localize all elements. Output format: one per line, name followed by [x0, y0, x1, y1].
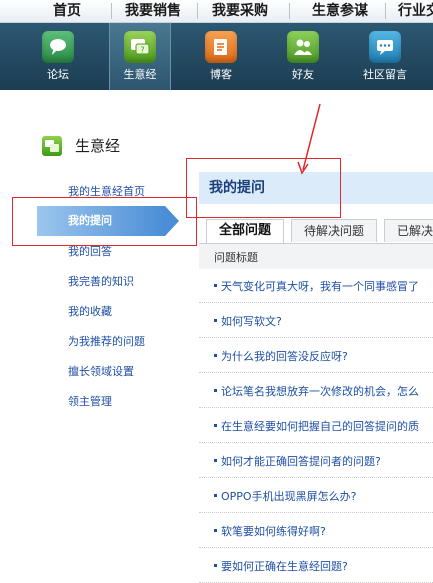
svg-text:?: ?	[140, 46, 144, 55]
bullet	[214, 459, 217, 462]
tile-label: 论坛	[47, 68, 69, 81]
top-nav-industry[interactable]: 行业交	[398, 0, 433, 22]
question-link[interactable]: OPPO手机出现黑屏怎么办?	[221, 488, 356, 504]
question-link[interactable]: 论坛笔名我想放弃一次修改的机会，怎么	[221, 383, 419, 399]
question-row[interactable]: 如何写软文?	[199, 303, 433, 338]
question-link[interactable]: 天气变化可真大呀，我有一个同事感冒了	[221, 278, 419, 294]
question-link[interactable]: 如何写软文?	[221, 313, 282, 329]
tab-all-questions[interactable]: 全部问题	[206, 219, 284, 243]
bullet	[214, 354, 217, 357]
annotation-box-sidebar	[12, 197, 197, 246]
tile-forum[interactable]: 论坛	[28, 23, 88, 90]
sidebar-item-my-answers[interactable]: 我的回答	[68, 245, 112, 259]
tab-solved[interactable]: 已解决	[384, 219, 433, 242]
top-nav-divider	[197, 3, 198, 19]
column-header-title: 问题标题	[214, 251, 258, 264]
friends-icon	[287, 31, 319, 63]
tile-label: 生意经	[123, 68, 157, 81]
question-column-header: 问题标题	[199, 243, 433, 269]
bullet	[214, 529, 217, 532]
bullet	[214, 319, 217, 322]
question-row[interactable]: 论坛笔名我想放弃一次修改的机会，怎么	[199, 373, 433, 408]
message-board-icon	[369, 31, 401, 63]
question-link[interactable]: 软笔要如何练得好啊?	[221, 523, 326, 539]
top-nav: 首页 我要销售 我要采购 生意参谋 行业交	[0, 0, 433, 23]
question-row[interactable]: 在生意经要如何把握自己的回答提问的质	[199, 408, 433, 443]
bullet	[214, 564, 217, 567]
blog-notepad-icon	[205, 31, 237, 63]
bullet	[214, 284, 217, 287]
top-nav-divider	[289, 3, 290, 19]
top-nav-divider	[385, 3, 386, 19]
section-title-text: 生意经	[75, 137, 121, 155]
tile-blog[interactable]: 博客	[191, 23, 251, 90]
business-question-icon	[42, 136, 62, 156]
top-nav-buy[interactable]: 我要采购	[212, 0, 268, 22]
tile-message-board[interactable]: 社区留言	[355, 23, 415, 90]
tile-friends[interactable]: 好友	[273, 23, 333, 90]
question-link[interactable]: 在生意经要如何把握自己的回答提问的质	[221, 418, 419, 434]
sidebar-item-expertise-settings[interactable]: 擅长领域设置	[68, 365, 134, 379]
top-nav-business-advisor[interactable]: 生意参谋	[312, 0, 368, 22]
question-row[interactable]: 要如何正确在生意经回题?	[199, 548, 433, 583]
question-row[interactable]: OPPO手机出现黑屏怎么办?	[199, 478, 433, 513]
sidebar-item-lord-management[interactable]: 领主管理	[68, 395, 112, 409]
top-nav-divider	[111, 3, 112, 19]
tile-label: 社区留言	[363, 68, 407, 81]
sidebar-item-improved-knowledge[interactable]: 我完善的知识	[68, 275, 134, 289]
tab-unsolved[interactable]: 待解决问题	[291, 219, 377, 242]
tile-label: 好友	[292, 68, 314, 81]
question-link[interactable]: 为什么我的回答没反应呀?	[221, 348, 348, 364]
bullet	[214, 494, 217, 497]
sidebar-item-favorites[interactable]: 我的收藏	[68, 305, 112, 319]
question-row[interactable]: 为什么我的回答没反应呀?	[199, 338, 433, 373]
tile-business[interactable]: ? 生意经	[109, 23, 171, 90]
bullet	[214, 424, 217, 427]
question-row[interactable]: 如何才能正确回答提问者的问题?	[199, 443, 433, 478]
forum-bubble-icon	[42, 31, 74, 63]
sidebar-item-recommended[interactable]: 为我推荐的问题	[68, 335, 145, 349]
question-row[interactable]: 天气变化可真大呀，我有一个同事感冒了	[199, 268, 433, 303]
business-question-icon: ?	[124, 31, 156, 63]
top-nav-home[interactable]: 首页	[53, 0, 81, 22]
bullet	[214, 389, 217, 392]
community-icon-bar: 论坛 ? 生意经 博客 好友 社区留言	[0, 23, 433, 90]
question-link[interactable]: 如何才能正确回答提问者的问题?	[221, 453, 381, 469]
top-nav-sell[interactable]: 我要销售	[125, 0, 181, 22]
annotation-arrow	[297, 103, 321, 175]
question-row[interactable]: 软笔要如何练得好啊?	[199, 513, 433, 548]
tile-label: 博客	[210, 68, 232, 81]
